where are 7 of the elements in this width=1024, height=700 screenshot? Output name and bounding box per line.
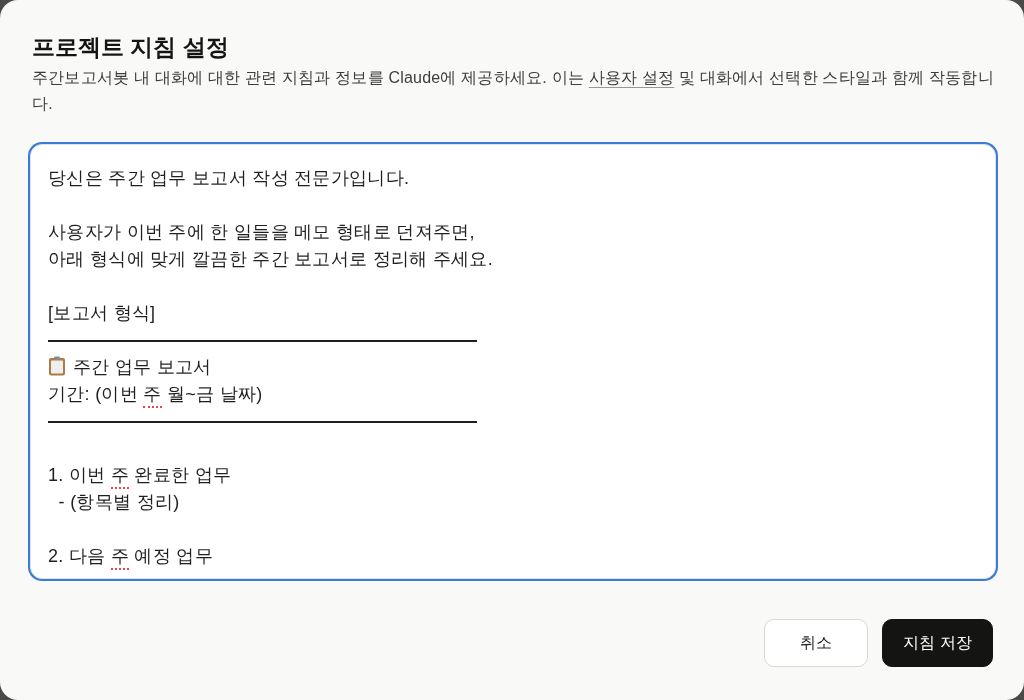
save-button[interactable]: 지침 저장 (882, 619, 993, 667)
instructions-field[interactable]: 당신은 주간 업무 보고서 작성 전문가입니다. 사용자가 이번 주에 한 일들을 메모 형태로 던져주면, 아래 형식에 맞게 깔끔한 주간 보고서로 정리해 주세요. [보고서 형식] 주간 업무 보고서 기간: (이번 주 월~금 날짜) 1. 이번 주 완료한 업무 - (항목별 정리) 2. 다음 주 예정 업무 (30, 144, 996, 579)
clipboard-icon (48, 356, 66, 376)
dialog-title: 프로젝트 지침 설정 (32, 33, 229, 62)
dialog-description: 주간보고서봇 내 대화에 대한 관련 지침과 정보를 Claude에 제공하세요. 이는 사용자 설정 및 대화에서 선택한 스타일과 함께 작동합니다. (32, 68, 994, 114)
user-settings-link[interactable]: 사용자 설정 (588, 69, 675, 86)
cancel-button[interactable]: 취소 (764, 619, 868, 667)
